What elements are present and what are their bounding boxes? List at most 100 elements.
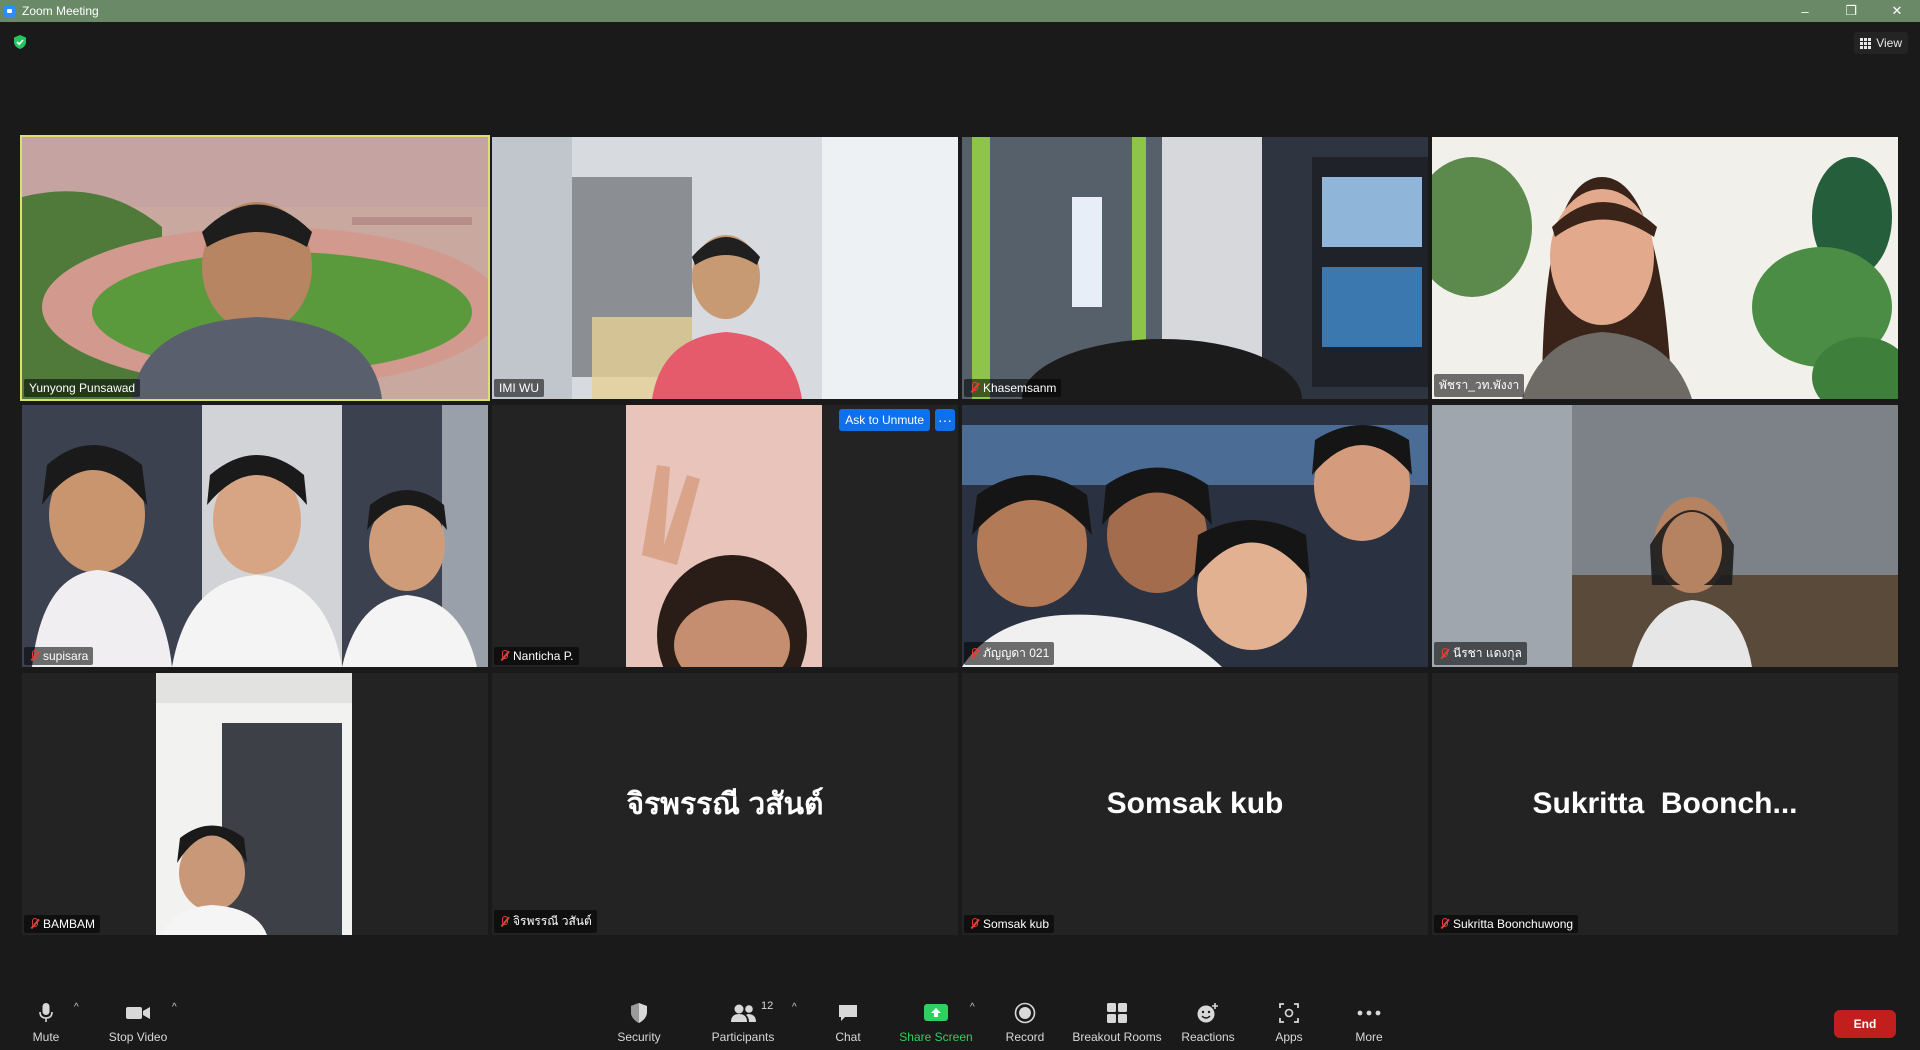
window-title: Zoom Meeting bbox=[22, 4, 99, 18]
video-tile-bambam[interactable]: BAMBAM bbox=[22, 673, 488, 935]
participants-label: Participants bbox=[711, 1030, 775, 1044]
participant-name-tag: Nanticha P. bbox=[494, 647, 579, 665]
share-options-caret[interactable]: ^ bbox=[970, 1002, 975, 1013]
more-button[interactable]: More bbox=[1350, 998, 1388, 1044]
share-screen-button[interactable]: Share Screen bbox=[898, 998, 974, 1044]
shield-check-icon[interactable] bbox=[12, 34, 28, 50]
participant-name: จิรพรรณี วสันต์ bbox=[513, 914, 592, 928]
window-controls: – ❐ ✕ bbox=[1782, 0, 1920, 22]
audio-options-caret[interactable]: ^ bbox=[74, 1002, 79, 1013]
grid-icon bbox=[1860, 37, 1872, 49]
view-label: View bbox=[1876, 36, 1902, 50]
participant-name-tag: นีรชา แดงกุล bbox=[1434, 642, 1527, 665]
participant-name-tag: Yunyong Punsawad bbox=[24, 379, 141, 397]
participant-display-name: Sukritta Boonch... bbox=[1532, 787, 1798, 820]
participant-video bbox=[492, 405, 958, 667]
participant-video bbox=[22, 673, 488, 935]
close-button[interactable]: ✕ bbox=[1874, 0, 1920, 22]
video-tile-supisara[interactable]: supisara bbox=[22, 405, 488, 667]
participant-name: Somsak kub bbox=[983, 917, 1050, 931]
video-tile-jirapanee[interactable]: จิรพรรณี วสันต์ จิรพรรณี วสันต์ bbox=[492, 673, 958, 935]
apps-icon bbox=[1278, 1002, 1300, 1024]
end-meeting-button[interactable]: End bbox=[1834, 1010, 1896, 1038]
participants-button[interactable]: 12 Participants bbox=[690, 998, 796, 1044]
ask-to-unmute-button[interactable]: Ask to Unmute bbox=[839, 409, 930, 431]
title-bar: Zoom Meeting – ❐ ✕ bbox=[0, 0, 1920, 22]
mic-muted-icon bbox=[29, 918, 39, 930]
participant-name: IMI WU bbox=[499, 381, 539, 395]
video-tile-patchara[interactable]: พัชรา_วท.พังงา bbox=[1432, 137, 1898, 399]
microphone-icon bbox=[38, 1002, 54, 1024]
chat-bubble-icon bbox=[837, 1002, 859, 1024]
participant-display-name: จิรพรรณี วสันต์ bbox=[626, 787, 824, 821]
participant-name: พัชรา_วท.พังงา bbox=[1439, 378, 1520, 392]
participant-video bbox=[492, 137, 958, 399]
mute-button[interactable]: Mute bbox=[28, 998, 64, 1044]
meeting-toolbar: Mute ^ Stop Video ^ Security 12 Particip… bbox=[0, 990, 1920, 1050]
chat-button[interactable]: Chat bbox=[830, 998, 866, 1044]
apps-button[interactable]: Apps bbox=[1272, 998, 1306, 1044]
participant-name-tag: Khasemsanm bbox=[964, 379, 1062, 397]
view-button[interactable]: View bbox=[1854, 32, 1908, 54]
participant-name: Sukritta Boonchuwong bbox=[1453, 917, 1574, 931]
mic-muted-icon bbox=[969, 918, 979, 930]
video-tile-nanticha[interactable]: Ask to Unmute ··· Nanticha P. bbox=[492, 405, 958, 667]
video-tile-somsak[interactable]: Somsak kub Somsak kub bbox=[962, 673, 1428, 935]
minimize-button[interactable]: – bbox=[1782, 0, 1828, 22]
participant-name-tag: supisara bbox=[24, 647, 94, 665]
video-tile-sukritta[interactable]: Sukritta Boonch... Sukritta Boonchuwong bbox=[1432, 673, 1898, 935]
participant-name: นีรชา แดงกุล bbox=[1453, 646, 1522, 660]
participant-name: BAMBAM bbox=[43, 917, 96, 931]
participant-name: ภัญญดา 021 bbox=[983, 646, 1050, 660]
record-button[interactable]: Record bbox=[1002, 998, 1048, 1044]
record-icon bbox=[1014, 1002, 1036, 1024]
participant-video bbox=[1432, 405, 1898, 667]
video-options-caret[interactable]: ^ bbox=[172, 1002, 177, 1013]
restore-button[interactable]: ❐ bbox=[1828, 0, 1874, 22]
video-tile-imi-wu[interactable]: IMI WU bbox=[492, 137, 958, 399]
chat-label: Chat bbox=[835, 1030, 861, 1044]
participant-name-tag: IMI WU bbox=[494, 379, 544, 397]
reactions-button[interactable]: Reactions bbox=[1180, 998, 1236, 1044]
smiley-icon bbox=[1196, 1002, 1220, 1024]
video-tile-khasemsanm[interactable]: Khasemsanm bbox=[962, 137, 1428, 399]
participant-name-tag: จิรพรรณี วสันต์ bbox=[494, 910, 597, 933]
participant-name-tag: Somsak kub bbox=[964, 915, 1055, 933]
participant-video bbox=[962, 137, 1428, 399]
participant-video bbox=[962, 405, 1428, 667]
participant-name: Nanticha P. bbox=[513, 649, 574, 663]
stop-video-button[interactable]: Stop Video bbox=[106, 998, 170, 1044]
video-camera-icon bbox=[125, 1002, 151, 1024]
meeting-header: View bbox=[0, 22, 1920, 137]
participants-options-caret[interactable]: ^ bbox=[792, 1002, 797, 1013]
participant-name-tag: Sukritta Boonchuwong bbox=[1434, 915, 1579, 933]
participant-video bbox=[22, 137, 488, 399]
breakout-rooms-icon bbox=[1106, 1002, 1128, 1024]
participant-name-tag: BAMBAM bbox=[24, 915, 101, 933]
mic-muted-icon bbox=[1439, 918, 1449, 930]
participant-name: Khasemsanm bbox=[983, 381, 1057, 395]
reactions-label: Reactions bbox=[1181, 1030, 1235, 1044]
share-screen-label: Share Screen bbox=[899, 1030, 973, 1044]
tile-more-options-button[interactable]: ··· bbox=[935, 409, 955, 431]
stop-video-label: Stop Video bbox=[108, 1030, 168, 1044]
mic-muted-icon bbox=[499, 650, 509, 662]
mic-muted-icon bbox=[969, 647, 979, 660]
share-screen-icon bbox=[923, 1002, 949, 1024]
participant-name-tag: ภัญญดา 021 bbox=[964, 642, 1055, 665]
mic-muted-icon bbox=[499, 915, 509, 928]
mic-muted-icon bbox=[969, 382, 979, 394]
shield-icon bbox=[629, 1002, 649, 1024]
video-tile-yunyong[interactable]: Yunyong Punsawad bbox=[20, 135, 490, 401]
breakout-rooms-button[interactable]: Breakout Rooms bbox=[1070, 998, 1164, 1044]
video-tile-panyada[interactable]: ภัญญดา 021 bbox=[962, 405, 1428, 667]
video-tile-nirasha[interactable]: นีรชา แดงกุล bbox=[1432, 405, 1898, 667]
security-button[interactable]: Security bbox=[614, 998, 664, 1044]
participants-icon: 12 bbox=[729, 1000, 773, 1024]
breakout-rooms-label: Breakout Rooms bbox=[1072, 1030, 1162, 1044]
participant-name: Yunyong Punsawad bbox=[29, 381, 136, 395]
participant-name: supisara bbox=[43, 649, 89, 663]
participant-name-tag: พัชรา_วท.พังงา bbox=[1434, 374, 1525, 397]
video-grid: Yunyong Punsawad IMI WU Khasemsanm พัชรา… bbox=[20, 135, 1900, 937]
participant-video bbox=[22, 405, 488, 667]
